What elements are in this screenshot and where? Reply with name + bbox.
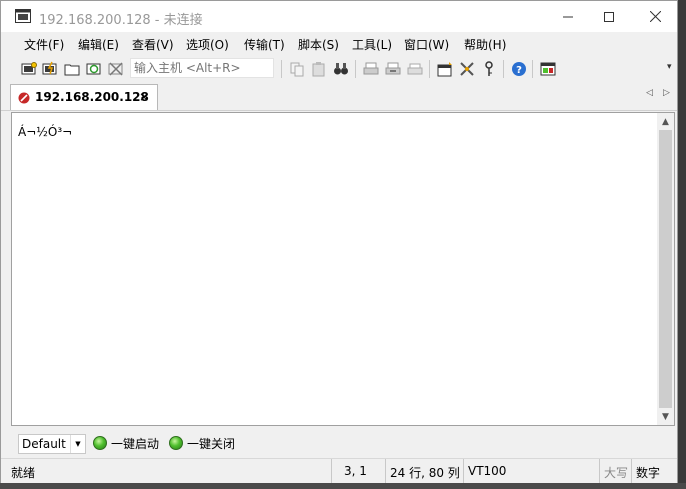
green-light-icon <box>93 436 107 450</box>
tab-bar: 192.168.200.128 × ◁ ▷ <box>1 82 677 111</box>
svg-text:?: ? <box>516 65 522 76</box>
menu-edit[interactable]: 编辑(E) <box>78 36 119 53</box>
green-light-icon <box>169 436 183 450</box>
paste-icon <box>312 62 325 77</box>
folder-tab-icon <box>64 64 80 76</box>
close-button[interactable] <box>632 1 678 32</box>
keymap-button[interactable] <box>480 60 498 78</box>
toolbar: ? ▾ <box>1 56 677 82</box>
maximize-button[interactable] <box>586 1 632 32</box>
print-setup-button[interactable] <box>406 60 424 78</box>
paste-button[interactable] <box>310 60 328 78</box>
stop-all-label: 一键关闭 <box>187 437 236 451</box>
status-cursor-position: 3, 1 <box>331 459 383 483</box>
window-title: 192.168.200.128 - 未连接 <box>39 13 203 28</box>
tab-session[interactable]: 192.168.200.128 × <box>10 84 158 110</box>
print-icon <box>363 62 379 75</box>
tab-close-icon[interactable]: × <box>139 90 149 104</box>
toolbar-overflow-chevron-icon[interactable]: ▾ <box>667 62 677 72</box>
disconnect-button[interactable] <box>107 60 125 78</box>
binoculars-icon <box>334 63 348 75</box>
session-options-button[interactable] <box>436 60 454 78</box>
menu-script[interactable]: 脚本(S) <box>298 36 339 53</box>
securecrt-app-icon <box>15 9 31 23</box>
toolbar-separator <box>355 60 356 78</box>
sftp-icon <box>540 62 556 76</box>
stop-all-button[interactable]: 一键关闭 <box>169 434 239 454</box>
copy-icon <box>290 62 304 77</box>
chevron-down-icon[interactable]: ▼ <box>70 435 85 453</box>
minimize-button[interactable] <box>545 1 591 32</box>
connect-in-tab-button[interactable] <box>63 60 81 78</box>
terminal-output: Á¬½Ó³¬ <box>18 125 73 139</box>
host-input[interactable] <box>130 58 274 78</box>
menu-view[interactable]: 查看(V) <box>132 36 174 53</box>
menu-bar: 文件(F) 编辑(E) 查看(V) 选项(O) 传输(T) 脚本(S) 工具(L… <box>1 32 677 56</box>
connect-icon <box>21 62 37 75</box>
tab-label: 192.168.200.128 <box>35 90 149 104</box>
print-button[interactable] <box>362 60 380 78</box>
title-bar: 192.168.200.128 - 未连接 <box>1 1 677 32</box>
start-all-label: 一键启动 <box>111 437 160 451</box>
printer-icon <box>407 63 423 75</box>
app-window: 192.168.200.128 - 未连接 文件(F) 编辑(E) 查看(V) … <box>0 0 678 483</box>
status-ready: 就绪 <box>11 466 36 480</box>
tab-scroll-left-icon[interactable]: ◁ <box>646 88 653 98</box>
quick-connect-icon <box>42 61 57 75</box>
copy-button[interactable] <box>288 60 306 78</box>
desktop-background-bottom <box>0 483 686 489</box>
menu-window[interactable]: 窗口(W) <box>404 36 449 53</box>
help-button[interactable]: ? <box>510 60 528 78</box>
menu-options[interactable]: 选项(O) <box>186 36 229 53</box>
menu-tools[interactable]: 工具(L) <box>352 36 392 53</box>
print-selection-button[interactable] <box>384 60 402 78</box>
toolbar-separator <box>429 60 430 78</box>
global-options-button[interactable] <box>458 60 476 78</box>
status-caps-lock: 大写 <box>599 459 631 483</box>
status-bar: 就绪 3, 1 24 行, 80 列 VT100 大写 数字 <box>1 458 677 483</box>
close-icon <box>649 11 661 22</box>
status-num-lock: 数字 <box>631 459 675 483</box>
reconnect-button[interactable] <box>85 60 103 78</box>
button-bar-select[interactable]: Default ▼ <box>18 434 86 454</box>
scroll-down-icon[interactable]: ▼ <box>657 408 674 425</box>
menu-transfer[interactable]: 传输(T) <box>244 36 285 53</box>
disconnect-icon <box>108 62 123 76</box>
help-icon: ? <box>512 62 526 76</box>
status-terminal-type: VT100 <box>463 459 599 483</box>
reconnect-icon <box>86 63 101 75</box>
toolbar-separator <box>281 60 282 78</box>
find-button[interactable] <box>332 60 350 78</box>
minimize-icon <box>563 16 573 17</box>
desktop-background <box>678 0 686 489</box>
terminal-area[interactable]: Á¬½Ó³¬ ▲ ▼ <box>11 112 675 426</box>
scrollbar-thumb[interactable] <box>659 130 672 408</box>
vertical-scrollbar[interactable]: ▲ ▼ <box>657 113 674 425</box>
print-selection-icon <box>385 62 401 75</box>
tab-scroll-right-icon[interactable]: ▷ <box>663 88 670 98</box>
sftp-button[interactable] <box>539 60 557 78</box>
scroll-up-icon[interactable]: ▲ <box>657 113 674 130</box>
maximize-icon <box>604 11 614 22</box>
menu-help[interactable]: 帮助(H) <box>464 36 506 53</box>
status-terminal-size: 24 行, 80 列 <box>385 459 463 483</box>
quick-connect-button[interactable] <box>41 60 59 78</box>
key-icon <box>485 61 493 76</box>
toolbar-separator <box>503 60 504 78</box>
connect-button[interactable] <box>20 60 38 78</box>
menu-file[interactable]: 文件(F) <box>24 36 64 53</box>
button-bar: Default ▼ 一键启动 一键关闭 <box>1 429 677 458</box>
session-options-icon <box>437 62 452 77</box>
disconnected-icon <box>18 92 30 104</box>
tools-icon <box>460 62 474 76</box>
start-all-button[interactable]: 一键启动 <box>93 434 163 454</box>
toolbar-separator <box>532 60 533 78</box>
button-bar-select-value: Default <box>22 437 66 451</box>
